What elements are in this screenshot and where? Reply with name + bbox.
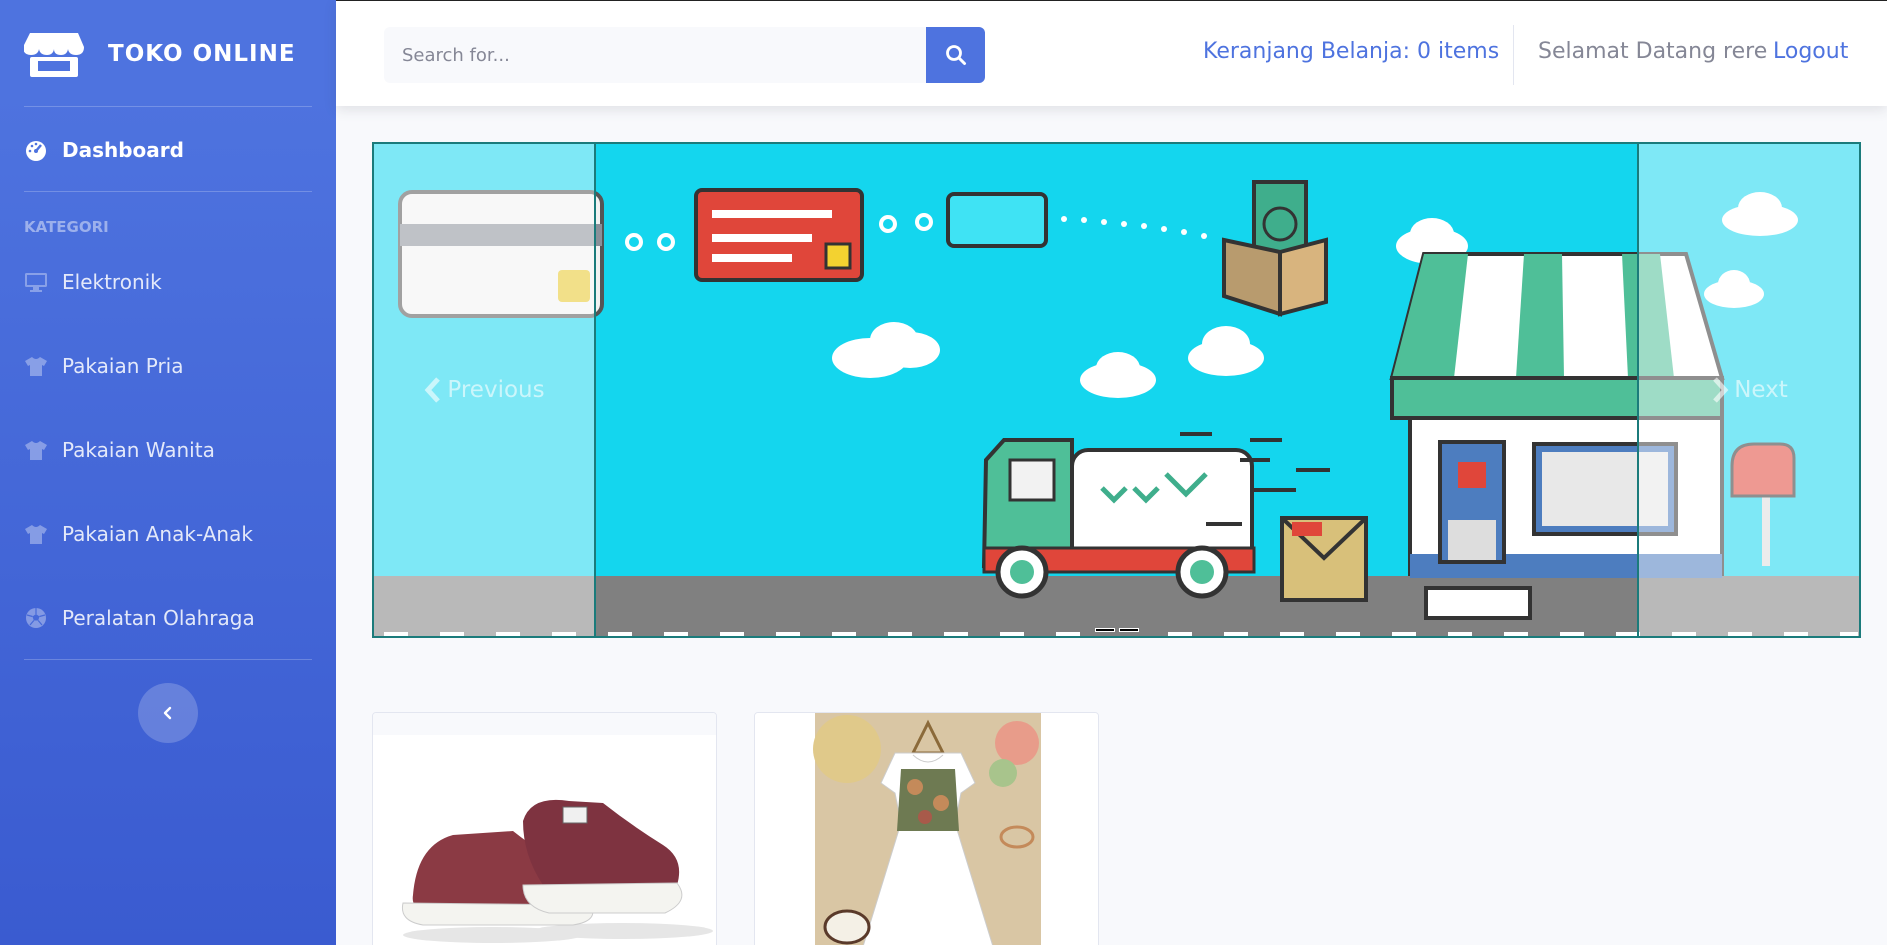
tshirt-icon <box>24 522 48 546</box>
carousel-prev-button[interactable]: Previous <box>374 144 596 636</box>
carousel-prev-label: Previous <box>447 377 545 403</box>
card-header-strip <box>373 713 716 735</box>
welcome-text: Selamat Datang rere <box>1538 39 1768 64</box>
sidebar-divider <box>24 659 312 660</box>
product-card[interactable] <box>372 712 717 945</box>
carousel-next-button[interactable]: Next <box>1637 144 1859 636</box>
tshirt-icon <box>24 438 48 462</box>
brand[interactable]: TOKO ONLINE <box>24 26 296 82</box>
sidebar: TOKO ONLINE Dashboard KATEGORI Elektroni… <box>0 0 336 945</box>
futbol-icon <box>24 606 48 630</box>
cart-link[interactable]: Keranjang Belanja: 0 items <box>1203 39 1499 64</box>
product-image-dress <box>755 713 1098 945</box>
product-card[interactable] <box>754 712 1099 945</box>
sidebar-item-pakaian-pria[interactable]: Pakaian Pria <box>24 344 312 388</box>
logout-link[interactable]: Logout <box>1773 39 1848 64</box>
tshirt-icon <box>24 354 48 378</box>
sidebar-item-label: Dashboard <box>62 138 184 162</box>
sidebar-item-dashboard[interactable]: Dashboard <box>24 128 312 172</box>
carousel-indicator-1[interactable] <box>1095 628 1115 632</box>
tachometer-icon <box>24 138 48 162</box>
carousel-indicator-2[interactable] <box>1119 628 1139 632</box>
store-icon <box>24 33 84 77</box>
search-form <box>384 27 985 83</box>
sidebar-item-pakaian-wanita[interactable]: Pakaian Wanita <box>24 428 312 472</box>
banner-carousel: Previous Next <box>372 142 1861 638</box>
sidebar-item-label: Peralatan Olahraga <box>62 606 255 630</box>
sidebar-item-pakaian-anak-anak[interactable]: Pakaian Anak-Anak <box>24 512 312 556</box>
desktop-icon <box>24 270 48 294</box>
topbar: Keranjang Belanja: 0 items Selamat Datan… <box>336 0 1887 106</box>
chevron-left-icon <box>163 706 172 720</box>
sidebar-item-peralatan-olahraga[interactable]: Peralatan Olahraga <box>24 596 312 640</box>
sidebar-item-label: Pakaian Wanita <box>62 438 215 462</box>
carousel-next-label: Next <box>1734 377 1788 403</box>
sidebar-item-elektronik[interactable]: Elektronik <box>24 260 312 304</box>
sidebar-item-label: Pakaian Anak-Anak <box>62 522 253 546</box>
brand-name: TOKO ONLINE <box>108 41 296 67</box>
sidebar-toggle-button[interactable] <box>138 683 198 743</box>
search-button[interactable] <box>926 27 985 83</box>
sidebar-item-label: Pakaian Pria <box>62 354 184 378</box>
sidebar-section-heading: KATEGORI <box>24 218 109 236</box>
sidebar-divider <box>24 106 312 107</box>
topbar-divider <box>1513 25 1514 85</box>
carousel-indicators <box>1095 628 1139 632</box>
chevron-right-icon <box>1713 377 1729 403</box>
product-image-sneakers <box>373 735 716 945</box>
search-input[interactable] <box>384 27 926 83</box>
search-icon <box>945 45 966 65</box>
sidebar-divider <box>24 191 312 192</box>
chevron-left-icon <box>425 377 441 403</box>
sidebar-item-label: Elektronik <box>62 270 162 294</box>
